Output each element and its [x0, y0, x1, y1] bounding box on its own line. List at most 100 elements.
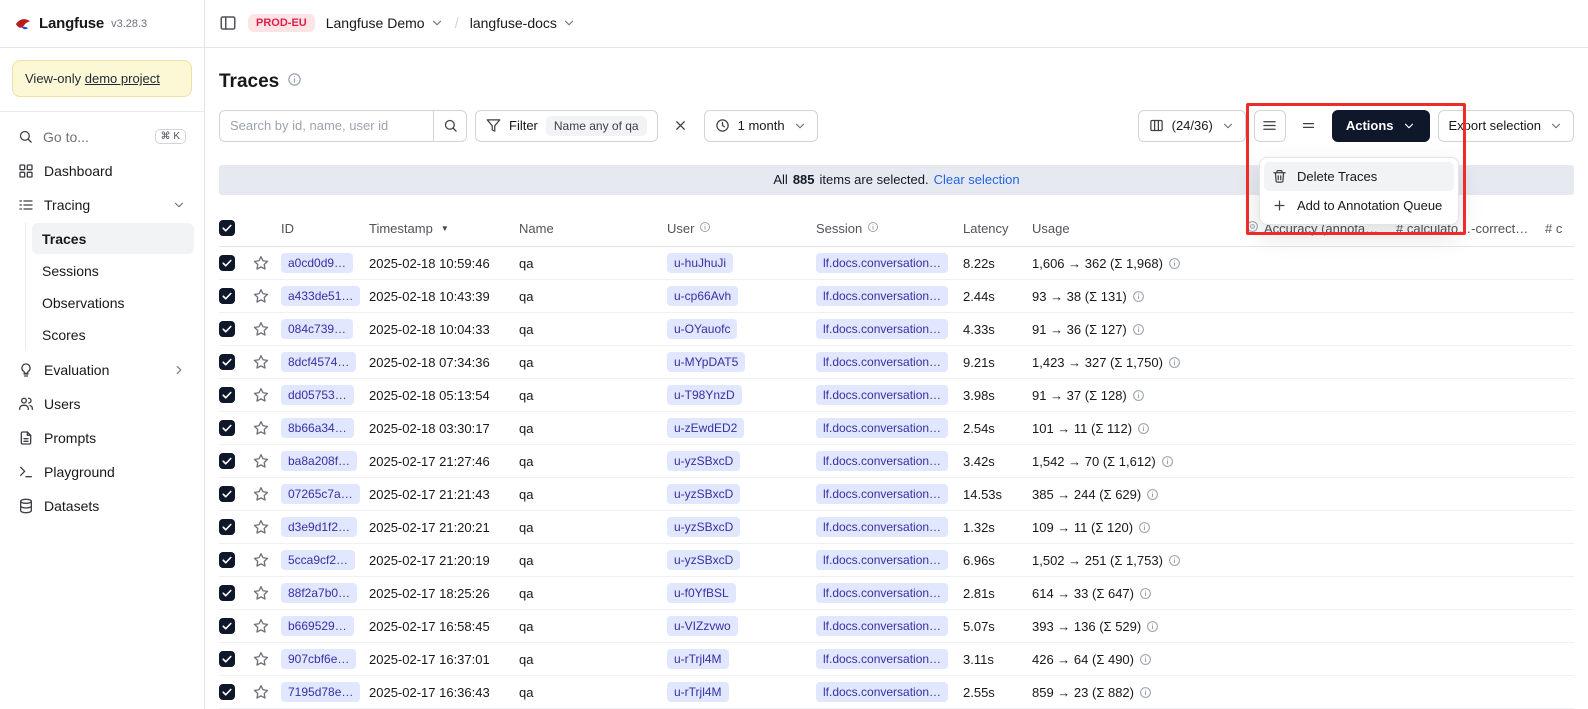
user-badge[interactable]: u-yzSBxcD — [667, 517, 740, 537]
user-badge[interactable]: u-yzSBxcD — [667, 484, 740, 504]
row-checkbox[interactable] — [219, 321, 235, 337]
star-icon[interactable] — [253, 420, 275, 436]
trace-id-badge[interactable]: d3e9d1f2… — [281, 517, 357, 537]
sidebar-item-datasets[interactable]: Datasets — [10, 489, 194, 522]
session-badge[interactable]: lf.docs.conversation… — [816, 253, 948, 273]
actions-button[interactable]: Actions — [1332, 110, 1430, 142]
trace-id-badge[interactable]: 907cbf6e… — [281, 649, 356, 669]
header-id[interactable]: ID — [281, 211, 369, 247]
star-icon[interactable] — [253, 519, 275, 535]
trace-row[interactable]: dd05753… 2025-02-18 05:13:54 qa u-T98Ynz… — [219, 379, 1574, 412]
user-badge[interactable]: u-MYpDAT5 — [667, 352, 745, 372]
sidebar-item-dashboard[interactable]: Dashboard — [10, 154, 194, 187]
sidebar-item-prompts[interactable]: Prompts — [10, 421, 194, 454]
header-timestamp[interactable]: Timestamp▼ — [369, 211, 519, 247]
user-badge[interactable]: u-f0YfBSL — [667, 583, 736, 603]
user-badge[interactable]: u-rTrjl4M — [667, 682, 729, 702]
usage-info-icon[interactable] — [1138, 521, 1151, 534]
header-usage[interactable]: Usage — [1032, 211, 1246, 247]
clear-selection-link[interactable]: Clear selection — [934, 172, 1020, 187]
star-icon[interactable] — [253, 321, 275, 337]
star-icon[interactable] — [253, 255, 275, 271]
usage-info-icon[interactable] — [1168, 257, 1181, 270]
user-badge[interactable]: u-zEwdED2 — [667, 418, 744, 438]
trace-id-badge[interactable]: b669529… — [281, 616, 354, 636]
row-checkbox[interactable] — [219, 354, 235, 370]
user-badge[interactable]: u-huJhuJi — [667, 253, 733, 273]
session-badge[interactable]: lf.docs.conversation… — [816, 583, 948, 603]
header-name[interactable]: Name — [519, 211, 667, 247]
row-checkbox[interactable] — [219, 453, 235, 469]
trace-id-badge[interactable]: 8b66a34… — [281, 418, 354, 438]
trace-id-badge[interactable]: 8dcf4574… — [281, 352, 356, 372]
sidebar-item-sessions[interactable]: Sessions — [32, 255, 194, 286]
session-badge[interactable]: lf.docs.conversation… — [816, 451, 948, 471]
session-badge[interactable]: lf.docs.conversation… — [816, 616, 948, 636]
usage-info-icon[interactable] — [1137, 422, 1150, 435]
user-badge[interactable]: u-OYauofc — [667, 319, 737, 339]
demo-project-link[interactable]: demo project — [85, 71, 160, 86]
row-height-compact-button[interactable] — [1294, 111, 1324, 141]
user-badge[interactable]: u-VIZzvwo — [667, 616, 738, 636]
session-badge[interactable]: lf.docs.conversation… — [816, 352, 948, 372]
trace-id-badge[interactable]: 7195d78e… — [281, 682, 360, 702]
session-badge[interactable]: lf.docs.conversation… — [816, 286, 948, 306]
select-all-checkbox[interactable] — [219, 220, 235, 236]
filter-button[interactable]: Filter Name any of qa — [475, 110, 658, 142]
usage-info-icon[interactable] — [1139, 653, 1152, 666]
star-icon[interactable] — [253, 651, 275, 667]
usage-info-icon[interactable] — [1132, 389, 1145, 402]
usage-info-icon[interactable] — [1139, 686, 1152, 699]
trace-row[interactable]: 8b66a34… 2025-02-18 03:30:17 qa u-zEwdED… — [219, 412, 1574, 445]
trace-row[interactable]: 8dcf4574… 2025-02-18 07:34:36 qa u-MYpDA… — [219, 346, 1574, 379]
trace-row[interactable]: ba8a208f… 2025-02-17 21:27:46 qa u-yzSBx… — [219, 445, 1574, 478]
time-range-button[interactable]: 1 month — [704, 110, 818, 142]
session-badge[interactable]: lf.docs.conversation… — [816, 517, 948, 537]
menu-item-delete-traces[interactable]: Delete Traces — [1264, 162, 1454, 191]
session-badge[interactable]: lf.docs.conversation… — [816, 319, 948, 339]
user-badge[interactable]: u-yzSBxcD — [667, 451, 740, 471]
sidebar-item-observations[interactable]: Observations — [32, 287, 194, 318]
usage-info-icon[interactable] — [1168, 554, 1181, 567]
usage-info-icon[interactable] — [1132, 323, 1145, 336]
header-user[interactable]: User — [667, 211, 816, 247]
session-badge[interactable]: lf.docs.conversation… — [816, 385, 948, 405]
row-checkbox[interactable] — [219, 387, 235, 403]
sidebar-item-traces[interactable]: Traces — [32, 223, 194, 254]
user-badge[interactable]: u-rTrjl4M — [667, 649, 729, 669]
project-switcher[interactable]: langfuse-docs — [470, 15, 576, 31]
goto-button[interactable]: Go to... ⌘ K — [10, 120, 194, 153]
row-checkbox[interactable] — [219, 552, 235, 568]
row-checkbox[interactable] — [219, 651, 235, 667]
trace-id-badge[interactable]: 07265c7a… — [281, 484, 360, 504]
trace-row[interactable]: 88f2a7b0… 2025-02-17 18:25:26 qa u-f0YfB… — [219, 577, 1574, 610]
user-badge[interactable]: u-T98YnzD — [667, 385, 742, 405]
user-badge[interactable]: u-yzSBxcD — [667, 550, 740, 570]
usage-info-icon[interactable] — [1146, 488, 1159, 501]
header-latency[interactable]: Latency — [963, 211, 1032, 247]
trace-id-badge[interactable]: 5cca9cf2… — [281, 550, 355, 570]
star-icon[interactable] — [253, 354, 275, 370]
trace-row[interactable]: a433de51… 2025-02-18 10:43:39 qa u-cp66A… — [219, 280, 1574, 313]
header-truncated[interactable]: # c — [1545, 211, 1574, 247]
org-switcher[interactable]: Langfuse Demo — [326, 15, 444, 31]
export-selection-button[interactable]: Export selection — [1438, 110, 1575, 142]
info-icon[interactable] — [699, 221, 711, 236]
header-session[interactable]: Session — [816, 211, 963, 247]
sidebar-item-evaluation[interactable]: Evaluation — [10, 353, 194, 386]
star-icon[interactable] — [253, 552, 275, 568]
columns-button[interactable]: (24/36) — [1138, 110, 1246, 142]
row-checkbox[interactable] — [219, 255, 235, 271]
star-icon[interactable] — [253, 453, 275, 469]
usage-info-icon[interactable] — [1146, 620, 1159, 633]
trace-id-badge[interactable]: a433de51… — [281, 286, 360, 306]
trace-id-badge[interactable]: 88f2a7b0… — [281, 583, 357, 603]
session-badge[interactable]: lf.docs.conversation… — [816, 649, 948, 669]
trace-row[interactable]: 7195d78e… 2025-02-17 16:36:43 qa u-rTrjl… — [219, 676, 1574, 709]
trace-id-badge[interactable]: ba8a208f… — [281, 451, 357, 471]
row-checkbox[interactable] — [219, 585, 235, 601]
star-icon[interactable] — [253, 288, 275, 304]
row-checkbox[interactable] — [219, 684, 235, 700]
star-icon[interactable] — [253, 387, 275, 403]
trace-id-badge[interactable]: 084c739… — [281, 319, 353, 339]
